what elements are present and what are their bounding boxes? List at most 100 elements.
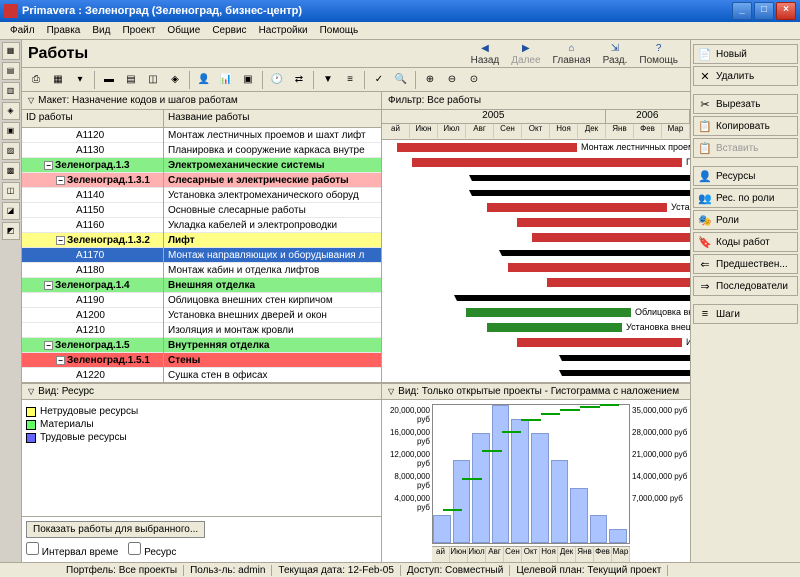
strip-activities-icon[interactable]: ▤ xyxy=(2,62,20,80)
menu-помощь[interactable]: Помощь xyxy=(314,25,365,36)
show-activities-button[interactable]: Показать работы для выбранного... xyxy=(26,521,205,538)
gantt-bar[interactable] xyxy=(487,203,667,212)
activity-codes-button[interactable]: 🔖Коды работ xyxy=(693,232,798,252)
wbs-row[interactable]: − Зеленоград.1.5.1Стены xyxy=(22,353,381,368)
gantt-bar[interactable] xyxy=(412,158,682,167)
tb-spell-icon[interactable]: ✓ xyxy=(369,70,389,90)
nav-home[interactable]: ⌂Главная xyxy=(553,41,591,66)
nav-back[interactable]: ◀Назад xyxy=(471,41,500,66)
collapse-icon[interactable]: − xyxy=(56,176,65,185)
gantt-bar[interactable] xyxy=(517,218,690,227)
new-button[interactable]: 📄Новый xyxy=(693,44,798,64)
tb-table-icon[interactable]: ▤ xyxy=(121,70,141,90)
histogram-bar[interactable] xyxy=(570,488,588,543)
histogram-title[interactable]: ▽ Вид: Только открытые проекты - Гистогр… xyxy=(382,384,690,400)
activity-row[interactable]: A1220Сушка стен в офисах xyxy=(22,368,381,382)
activity-row[interactable]: A1140Установка электромеханического обор… xyxy=(22,188,381,203)
successors-button[interactable]: ⇒Последователи xyxy=(693,276,798,296)
col-header-name[interactable]: Название работы xyxy=(164,110,381,127)
activity-row[interactable]: A1180Монтаж кабин и отделка лифтов xyxy=(22,263,381,278)
close-button[interactable]: × xyxy=(776,2,796,20)
menu-проект[interactable]: Проект xyxy=(116,25,161,36)
filter-title[interactable]: Фильтр: Все работы xyxy=(382,92,690,109)
tb-resource-icon[interactable]: 👤 xyxy=(194,70,214,90)
tb-zoom-fit-icon[interactable]: ⊙ xyxy=(464,70,484,90)
tb-filter-icon[interactable]: ▼ xyxy=(318,70,338,90)
gantt-summary-bar[interactable] xyxy=(502,250,690,256)
twisty-icon[interactable]: ▽ xyxy=(28,387,34,396)
interval-checkbox[interactable]: Интервал време xyxy=(26,542,118,558)
gantt-bar[interactable] xyxy=(517,338,682,347)
menu-файл[interactable]: Файл xyxy=(4,25,41,36)
strip-issues-icon[interactable]: ◪ xyxy=(2,202,20,220)
minimize-button[interactable]: _ xyxy=(732,2,752,20)
collapse-icon[interactable]: − xyxy=(44,341,53,350)
res-by-role-button[interactable]: 👥Рес. по роли xyxy=(693,188,798,208)
layout-title[interactable]: ▽ Макет: Назначение кодов и шагов работа… xyxy=(22,92,382,109)
tb-network-icon[interactable]: ◫ xyxy=(143,70,163,90)
collapse-icon[interactable]: − xyxy=(56,356,65,365)
gantt-bar[interactable] xyxy=(547,278,690,287)
strip-expenses-icon[interactable]: ▩ xyxy=(2,162,20,180)
col-header-id[interactable]: ID работы xyxy=(22,110,164,127)
strip-thresholds-icon[interactable]: ◫ xyxy=(2,182,20,200)
menu-правка[interactable]: Правка xyxy=(41,25,87,36)
tb-level-icon[interactable]: ⇄ xyxy=(289,70,309,90)
histogram-bar[interactable] xyxy=(453,460,471,543)
wbs-row[interactable]: − Зеленоград.1.3Электромеханические сист… xyxy=(22,158,381,173)
steps-button[interactable]: ≡Шаги xyxy=(693,304,798,324)
activity-row[interactable]: A1160Укладка кабелей и электропроводки xyxy=(22,218,381,233)
copy-button[interactable]: 📋Копировать xyxy=(693,116,798,136)
roles-button[interactable]: 🎭Роли xyxy=(693,210,798,230)
activity-row[interactable]: A1130Планировка и сооружение каркаса вну… xyxy=(22,143,381,158)
wbs-row[interactable]: − Зеленоград.1.5Внутренняя отделка xyxy=(22,338,381,353)
histogram-bar[interactable] xyxy=(492,405,510,543)
maximize-button[interactable]: □ xyxy=(754,2,774,20)
strip-wbs-icon[interactable]: ▥ xyxy=(2,82,20,100)
gantt-summary-bar[interactable] xyxy=(457,295,690,301)
nav-dir[interactable]: ⇲Разд. xyxy=(603,41,628,66)
wbs-row[interactable]: − Зеленоград.1.4Внешняя отделка xyxy=(22,278,381,293)
strip-risks-icon[interactable]: ◩ xyxy=(2,222,20,240)
activity-row[interactable]: A1210Изоляция и монтаж кровли xyxy=(22,323,381,338)
gantt-summary-bar[interactable] xyxy=(472,190,690,196)
menu-вид[interactable]: Вид xyxy=(86,25,116,36)
gantt-summary-bar[interactable] xyxy=(562,355,690,361)
resources-button[interactable]: 👤Ресурсы xyxy=(693,166,798,186)
strip-projects-icon[interactable]: ▦ xyxy=(2,42,20,60)
activity-row[interactable]: A1200Установка внешних дверей и окон xyxy=(22,308,381,323)
tb-profile-icon[interactable]: 📊 xyxy=(216,70,236,90)
legend-item[interactable]: Материалы xyxy=(26,419,377,430)
collapse-icon[interactable]: − xyxy=(44,161,53,170)
cut-button[interactable]: ✂Вырезать xyxy=(693,94,798,114)
gantt-summary-bar[interactable] xyxy=(472,175,690,181)
tb-gantt-icon[interactable]: ▬ xyxy=(99,70,119,90)
twisty-icon[interactable]: ▽ xyxy=(28,96,34,105)
legend-item[interactable]: Нетрудовые ресурсы xyxy=(26,406,377,417)
strip-tracking-icon[interactable]: ▨ xyxy=(2,142,20,160)
delete-button[interactable]: ✕Удалить xyxy=(693,66,798,86)
gantt-bar[interactable] xyxy=(487,323,622,332)
histogram-bar[interactable] xyxy=(531,433,549,543)
wbs-row[interactable]: − Зеленоград.1.3.1Слесарные и электричес… xyxy=(22,173,381,188)
strip-resources-icon[interactable]: ◈ xyxy=(2,102,20,120)
tb-find-icon[interactable]: 🔍 xyxy=(391,70,411,90)
twisty-icon[interactable]: ▽ xyxy=(388,387,394,396)
activity-row[interactable]: A1150Основные слесарные работы xyxy=(22,203,381,218)
histogram-bar[interactable] xyxy=(551,460,569,543)
resource-checkbox[interactable]: Ресурс xyxy=(128,542,176,558)
nav-help[interactable]: ?Помощь xyxy=(639,41,678,66)
nav-forward[interactable]: ▶Далее xyxy=(511,41,540,66)
wbs-row[interactable]: − Зеленоград.1.3.2Лифт xyxy=(22,233,381,248)
tb-trace-icon[interactable]: ◈ xyxy=(165,70,185,90)
gantt-chart[interactable]: 20052006 айИюнИюлАвгСенОктНояДекЯнвФевМа… xyxy=(382,110,690,382)
menu-настройки[interactable]: Настройки xyxy=(253,25,314,36)
histogram-bar[interactable] xyxy=(609,529,627,543)
histogram-bar[interactable] xyxy=(511,419,529,543)
strip-reports-icon[interactable]: ▣ xyxy=(2,122,20,140)
menu-общие[interactable]: Общие xyxy=(161,25,206,36)
predecessors-button[interactable]: ⇐Предшествен... xyxy=(693,254,798,274)
tb-dropdown-icon[interactable]: ▾ xyxy=(70,70,90,90)
gantt-bar[interactable] xyxy=(466,308,631,317)
tb-layout-icon[interactable]: ▦ xyxy=(48,70,68,90)
